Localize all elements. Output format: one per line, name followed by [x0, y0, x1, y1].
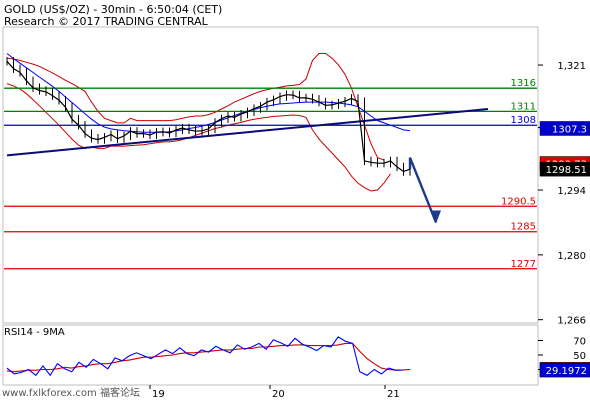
x-tick-label: 19	[152, 389, 165, 400]
level-label-1316: 1316	[511, 78, 536, 89]
y-tick-label: 1,280	[557, 251, 586, 262]
level-label-1308: 1308	[511, 115, 536, 126]
moving-average-line	[6, 53, 411, 133]
price-line	[6, 60, 411, 173]
rsi-line	[6, 336, 404, 377]
y-tick-label: 1,266	[557, 316, 586, 327]
y-tick-label: 1,294	[557, 186, 586, 197]
level-label-1285: 1285	[511, 222, 536, 233]
rsi-panel-title: RSI14 - 9MA	[4, 327, 65, 338]
level-label-1290.5: 1290.5	[501, 196, 536, 207]
x-tick-label: 21	[387, 389, 400, 400]
chart-subtitle: Research © 2017 TRADING CENTRAL	[4, 15, 208, 28]
rsi-value-marker-label: 29.1972	[546, 366, 587, 377]
watermark: www.fxlkforex.com 福客论坛	[2, 388, 140, 399]
rsi-y-tick-label: 70	[573, 337, 586, 348]
x-tick-label: 20	[272, 389, 285, 400]
rsi-ma-line	[6, 342, 411, 373]
level-label-1277: 1277	[511, 259, 536, 270]
level-label-1311: 1311	[511, 101, 536, 112]
price-marker-blue-label: 1307.3	[552, 124, 587, 135]
chart: 1316131113081290.512851277 1,3211,307.51…	[2, 26, 590, 400]
y-tick-label: 1,321	[557, 61, 586, 72]
bollinger-upper	[6, 53, 385, 161]
forecast-arrowhead	[430, 210, 441, 224]
rsi-panel-frame	[2, 324, 539, 386]
rsi-y-tick-label: 50	[573, 351, 586, 362]
current-price-marker-label: 1298.51	[546, 165, 587, 176]
main-panel-frame	[2, 26, 539, 324]
